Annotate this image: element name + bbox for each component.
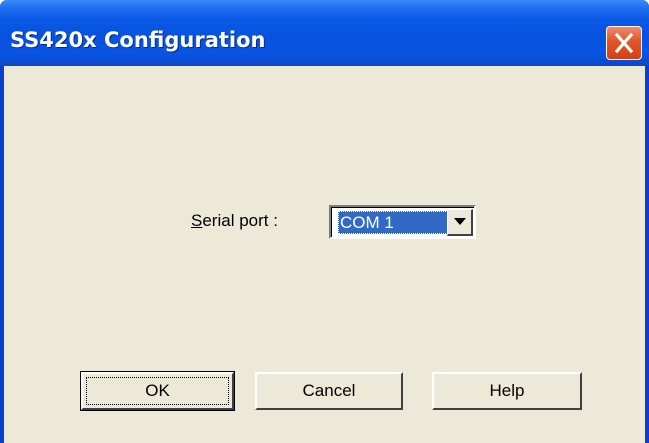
- close-button[interactable]: [606, 26, 642, 60]
- serial-port-value: COM 1: [338, 211, 448, 234]
- title-bar[interactable]: SS420x Configuration: [0, 0, 649, 66]
- help-button-label: Help: [489, 381, 525, 400]
- ok-button[interactable]: OK: [80, 371, 235, 411]
- serial-port-label-text: erial port :: [202, 211, 278, 230]
- dropdown-button[interactable]: [447, 209, 473, 236]
- focus-ring: [86, 377, 229, 405]
- serial-port-select[interactable]: COM 1: [329, 205, 476, 239]
- cancel-button-label: Cancel: [302, 381, 356, 400]
- help-button[interactable]: Help: [432, 372, 582, 410]
- close-icon: [614, 32, 634, 54]
- cancel-button[interactable]: Cancel: [255, 372, 403, 410]
- serial-port-label: Serial port :: [191, 211, 278, 231]
- serial-port-select-frame: COM 1: [331, 207, 474, 237]
- serial-port-mnemonic: S: [191, 211, 203, 230]
- window-title: SS420x Configuration: [10, 28, 266, 52]
- dialog-window: SS420x Configuration Serial port : COM 1…: [0, 0, 649, 443]
- chevron-down-icon: [454, 218, 466, 225]
